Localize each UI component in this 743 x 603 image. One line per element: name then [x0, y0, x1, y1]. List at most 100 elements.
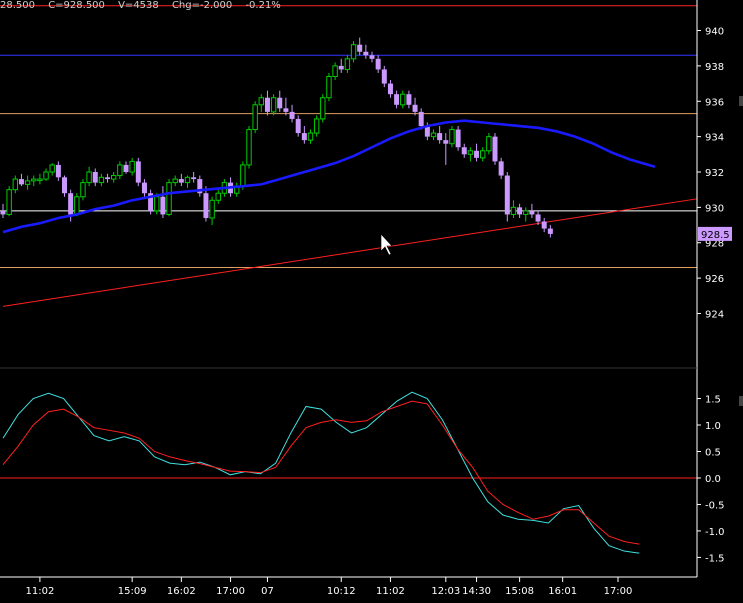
candle-body	[467, 150, 474, 155]
time-tick-label: 10:12	[327, 586, 356, 597]
candle	[252, 101, 258, 134]
time-tick-label: 12:03	[431, 586, 460, 597]
candle	[492, 133, 498, 165]
time-tick-label: 17:00	[604, 586, 633, 597]
candle-body	[80, 182, 86, 198]
candle-body	[172, 178, 178, 184]
candle	[320, 94, 326, 123]
price-tick-label: 930	[705, 203, 724, 214]
candle-body	[264, 97, 270, 112]
candle-body	[418, 111, 424, 127]
candle-body	[0, 210, 6, 215]
candle-body	[24, 180, 31, 185]
candle-body	[461, 147, 467, 155]
candle-body	[387, 83, 393, 95]
candle-body	[49, 164, 55, 173]
candle	[313, 115, 320, 137]
candle-body	[184, 176, 191, 184]
candle-body	[203, 193, 209, 218]
candle	[80, 179, 86, 201]
candle-body	[135, 161, 141, 183]
last-price-label: 928.5	[701, 230, 730, 241]
candle-body	[412, 104, 418, 112]
candle-body	[178, 179, 184, 183]
side-marker	[739, 396, 743, 406]
candle-body	[357, 44, 363, 52]
candle-body	[18, 179, 24, 185]
candle-body	[547, 228, 553, 234]
candle	[166, 179, 172, 217]
candle-body	[307, 132, 314, 141]
candle-body	[498, 161, 504, 176]
candle-body	[523, 210, 529, 215]
candle	[504, 172, 510, 222]
candle-body	[6, 189, 12, 215]
oscillator-tick-label: 1.5	[705, 395, 721, 406]
candle	[148, 189, 154, 215]
candle-body	[12, 178, 19, 191]
candle-body	[437, 133, 443, 141]
candle-body	[246, 129, 252, 166]
candle-body	[492, 136, 498, 162]
quote-header: 28.500 C=928.500 V=4538 Chg=-2.000 -0.21…	[0, 0, 291, 14]
candle	[135, 157, 141, 187]
candle-body	[295, 118, 301, 134]
candle-body	[541, 221, 547, 229]
candle-body	[86, 171, 92, 184]
close-value: C=928.500	[48, 0, 105, 11]
candle-body	[270, 97, 277, 113]
candle	[326, 72, 332, 102]
candle-body	[43, 171, 49, 180]
candle-body	[350, 44, 357, 60]
candle-body	[313, 118, 320, 134]
candle-body	[98, 176, 105, 184]
candle-body	[480, 150, 486, 159]
oscillator-tick-label: 0.5	[705, 447, 721, 458]
candle-body	[381, 69, 387, 84]
candle-body	[283, 108, 289, 112]
time-tick-label: 07	[261, 586, 274, 597]
time-tick-label: 14:30	[462, 586, 491, 597]
candle-body	[209, 199, 215, 219]
change-pct-value: -0.21%	[245, 0, 281, 11]
candle-body	[394, 94, 400, 105]
candle	[449, 126, 455, 148]
candle	[246, 126, 252, 169]
candle-body	[252, 104, 258, 131]
candle-body	[332, 65, 338, 78]
candle-body	[504, 175, 510, 215]
time-tick-label: 15:08	[505, 586, 534, 597]
candle	[6, 186, 12, 217]
price-tick-label: 934	[705, 133, 724, 144]
price-tick-label: 940	[705, 27, 724, 38]
candle-body	[474, 150, 480, 158]
candle-body	[141, 182, 147, 194]
candle-body	[443, 140, 449, 144]
price-tick-label: 926	[705, 274, 724, 285]
time-tick-label: 16:02	[167, 586, 196, 597]
chart-window: 924 926 928 930 932 934 936 938 940 928.5 1.5 1.0 0…	[0, 0, 743, 599]
candle-body	[166, 182, 172, 215]
oscillator-tick-label: -0.5	[705, 500, 725, 511]
price-tick-label: 932	[705, 168, 724, 179]
candle-body	[92, 172, 98, 183]
candle-body	[129, 160, 135, 173]
change-value: Chg=-2.000	[171, 0, 233, 11]
candle-body	[363, 51, 369, 56]
candle-body	[400, 93, 406, 106]
candle-body	[529, 210, 535, 215]
candle-body	[74, 196, 80, 215]
candle-body	[301, 133, 307, 141]
candle-body	[154, 196, 160, 212]
candle-body	[326, 76, 332, 99]
last-value: 28.500	[0, 0, 35, 11]
candle-body	[486, 136, 492, 152]
candle-body	[240, 164, 246, 187]
candle-body	[105, 177, 111, 180]
time-tick-label: 17:00	[216, 586, 245, 597]
candle-body	[338, 65, 344, 70]
candle-body	[510, 206, 517, 215]
candle-body	[320, 97, 326, 120]
time-tick-label: 11:02	[25, 586, 54, 597]
time-tick-label: 11:02	[376, 586, 405, 597]
